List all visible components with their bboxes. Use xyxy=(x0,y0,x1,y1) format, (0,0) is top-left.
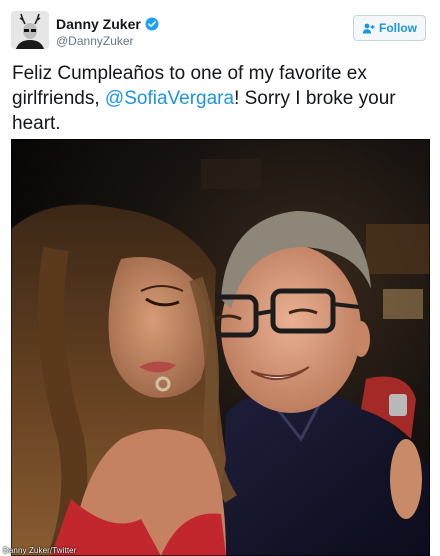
follow-button[interactable]: Follow xyxy=(353,15,426,41)
photo-credit: Danny Zuker/Twitter xyxy=(3,546,77,555)
user-handle[interactable]: @DannyZuker xyxy=(56,34,134,48)
display-name[interactable]: Danny Zuker xyxy=(56,16,141,32)
tweet-card: Danny Zuker @DannyZuker Follow Feliz Cum… xyxy=(0,0,440,556)
follow-label: Follow xyxy=(379,21,417,35)
user-name[interactable]: Danny Zuker xyxy=(56,16,159,32)
mention-link[interactable]: @SofiaVergara xyxy=(105,88,234,109)
verified-badge-icon xyxy=(145,17,159,31)
add-user-icon xyxy=(362,23,375,34)
tweet-photo[interactable] xyxy=(11,139,430,556)
tweet-text: Feliz Cumpleaños to one of my favorite e… xyxy=(12,61,428,136)
avatar[interactable] xyxy=(11,11,49,49)
photo-image xyxy=(11,139,430,556)
